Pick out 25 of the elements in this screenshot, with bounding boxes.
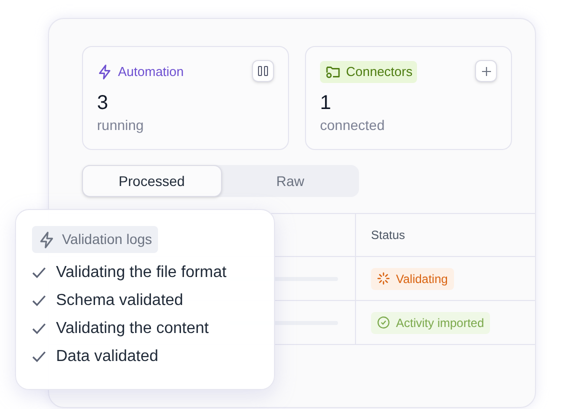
stat-value: 3: [97, 91, 108, 115]
lightning-icon: [97, 64, 113, 80]
log-item: Schema validated: [56, 290, 184, 310]
folder-icon: [325, 64, 341, 80]
spinner-icon: [377, 272, 390, 285]
stat-caption: running: [97, 116, 144, 135]
log-item: Data validated: [56, 346, 158, 366]
plus-icon: [482, 66, 490, 76]
segment-tab[interactable]: Raw: [222, 165, 359, 197]
log-item: Validating the file format: [56, 262, 226, 282]
logs-title-tag: Validation logs: [32, 226, 158, 253]
validating-badge: Validating: [371, 268, 454, 290]
check-circle-icon: [377, 316, 390, 329]
log-item: Validating the content: [56, 318, 209, 338]
pause-button[interactable]: [252, 60, 274, 82]
imported-badge: Activity imported: [371, 312, 490, 334]
automation-label: Automation: [97, 61, 184, 83]
stat-value: 1: [320, 91, 332, 115]
lightning-icon: [38, 230, 56, 248]
segment-tab[interactable]: Processed: [82, 165, 222, 197]
pause-icon: [258, 66, 268, 76]
stat-caption: connected: [320, 116, 385, 135]
add-button[interactable]: [475, 60, 497, 82]
connectors-tag: Connectors: [320, 61, 418, 83]
column-header: Status: [371, 227, 406, 244]
